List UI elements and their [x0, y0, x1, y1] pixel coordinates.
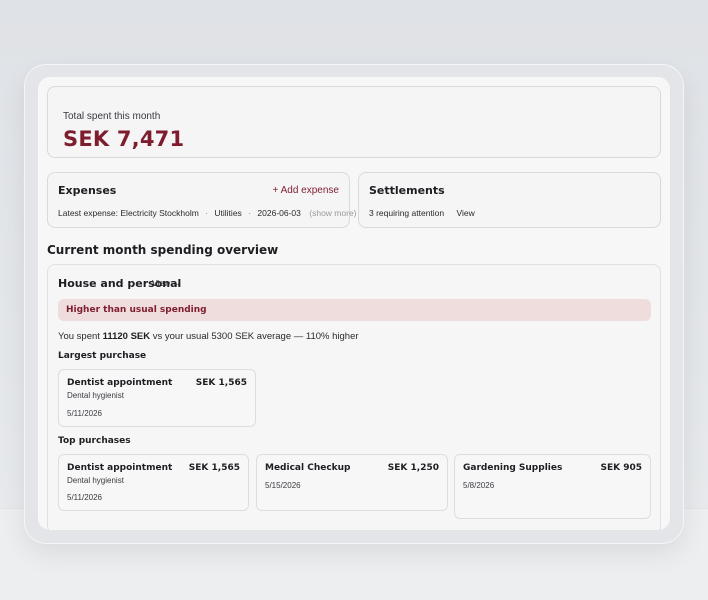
spending-overview-card: House and personal View → Higher than us… — [47, 264, 661, 530]
purchase-subtitle: Dental hygienist — [67, 476, 124, 485]
comparison-suffix: vs your usual 5300 SEK average — 110% hi… — [152, 331, 359, 342]
purchase-amount: SEK 905 — [600, 463, 642, 473]
purchase-subtitle: Dental hygienist — [67, 391, 124, 400]
spending-comparison: You spent 11120 SEK vs your usual 5300 S… — [58, 331, 359, 342]
purchase-amount: SEK 1,250 — [387, 463, 439, 473]
purchase-name: Gardening Supplies — [463, 463, 563, 473]
add-expense-link[interactable]: + Add expense — [273, 185, 339, 196]
comparison-prefix: You spent — [58, 331, 100, 342]
spending-alert-text: Higher than usual spending — [66, 305, 207, 315]
purchase-name: Medical Checkup — [265, 463, 351, 473]
settlements-status-line: 3 requiring attention View — [369, 208, 475, 218]
top-purchase-card[interactable]: Medical Checkup SEK 1,250 5/15/2026 — [256, 454, 448, 511]
expenses-title: Expenses — [58, 184, 117, 197]
app-screen: Total spent this month SEK 7,471 Expense… — [38, 77, 670, 530]
purchase-date: 5/11/2026 — [67, 409, 102, 418]
largest-purchase-heading: Largest purchase — [58, 351, 147, 361]
purchase-name: Dentist appointment — [67, 378, 173, 388]
purchase-date: 5/15/2026 — [265, 481, 301, 490]
purchase-date: 5/8/2026 — [463, 481, 495, 490]
purchase-date: 5/11/2026 — [67, 493, 102, 502]
total-spent-card: Total spent this month SEK 7,471 — [47, 86, 661, 158]
top-purchase-card[interactable]: Dentist appointment SEK 1,565 Dental hyg… — [58, 454, 249, 511]
overview-heading: Current month spending overview — [47, 243, 279, 257]
purchase-name: Dentist appointment — [67, 463, 173, 473]
top-purchases-heading: Top purchases — [58, 436, 131, 446]
latest-expense-category: Utilities — [214, 208, 242, 218]
latest-expense-prefix: Latest expense: — [58, 208, 119, 218]
settlements-card: Settlements 3 requiring attention View — [358, 172, 661, 228]
total-spent-label: Total spent this month — [63, 111, 161, 122]
settlements-title: Settlements — [369, 184, 445, 197]
separator-dot: · — [205, 208, 209, 218]
latest-expense-line: Latest expense: Electricity Stockholm · … — [58, 208, 357, 218]
top-purchase-card[interactable]: Gardening Supplies SEK 905 5/8/2026 — [454, 454, 651, 519]
latest-expense-date: 2026-06-03 — [257, 208, 301, 218]
largest-purchase-card[interactable]: Dentist appointment SEK 1,565 Dental hyg… — [58, 369, 256, 427]
purchase-amount: SEK 1,565 — [195, 378, 247, 388]
spending-alert: Higher than usual spending — [58, 299, 651, 321]
purchase-amount: SEK 1,565 — [188, 463, 240, 473]
group-view-link[interactable]: View → — [152, 278, 181, 288]
comparison-amount: 11120 SEK — [102, 331, 151, 342]
show-more-link[interactable]: (show more) — [309, 208, 356, 218]
expenses-card: Expenses + Add expense Latest expense: E… — [47, 172, 357, 228]
latest-expense-name: Electricity Stockholm — [120, 208, 199, 218]
settlements-view-link[interactable]: View — [457, 208, 475, 218]
total-spent-value: SEK 7,471 — [63, 127, 185, 151]
settlements-status: 3 requiring attention — [369, 208, 445, 218]
separator-dot: · — [248, 208, 252, 218]
